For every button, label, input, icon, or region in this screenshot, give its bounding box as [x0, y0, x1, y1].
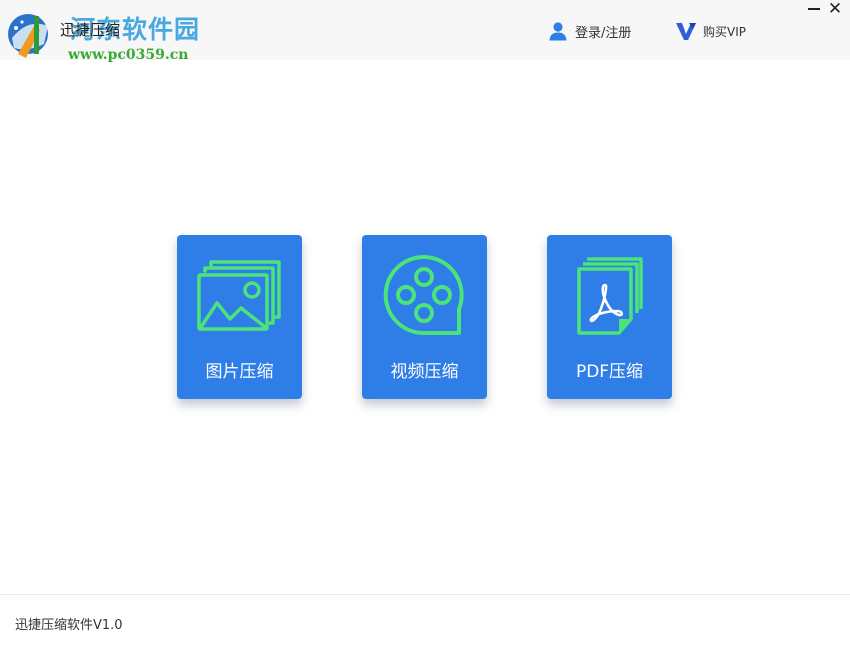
pdf-file-icon	[577, 257, 643, 335]
close-button[interactable]: ✕	[826, 0, 844, 18]
logo-icon	[8, 14, 48, 58]
version-text: 迅捷压缩软件V1.0	[15, 618, 123, 633]
pdf-compress-card[interactable]: PDF压缩	[547, 235, 672, 399]
image-icon	[197, 260, 281, 331]
app-title: 迅捷压缩	[60, 21, 121, 39]
minimize-button[interactable]	[806, 2, 822, 16]
video-compress-card[interactable]: 视频压缩	[362, 235, 487, 399]
buy-vip-button[interactable]: 购买VIP	[675, 20, 746, 42]
login-register-button[interactable]: 登录/注册	[548, 20, 631, 42]
site-logo	[4, 8, 60, 64]
watermark-site-url: www.pc0359.cn	[68, 47, 189, 63]
user-icon	[549, 22, 567, 41]
title-bar: 河东软件园 迅捷压缩 www.pc0359.cn 登录/注册 购买VIP ✕	[0, 0, 850, 63]
buy-vip-label: 购买VIP	[703, 24, 746, 39]
image-compress-card[interactable]: 图片压缩	[177, 235, 302, 399]
film-reel-icon	[383, 255, 464, 336]
video-compress-label: 视频压缩	[390, 362, 459, 382]
pdf-compress-label: PDF压缩	[575, 362, 644, 382]
footer-divider	[0, 594, 850, 595]
login-register-label: 登录/注册	[575, 25, 632, 41]
vip-v-icon	[676, 23, 696, 40]
image-compress-label: 图片压缩	[205, 362, 274, 382]
